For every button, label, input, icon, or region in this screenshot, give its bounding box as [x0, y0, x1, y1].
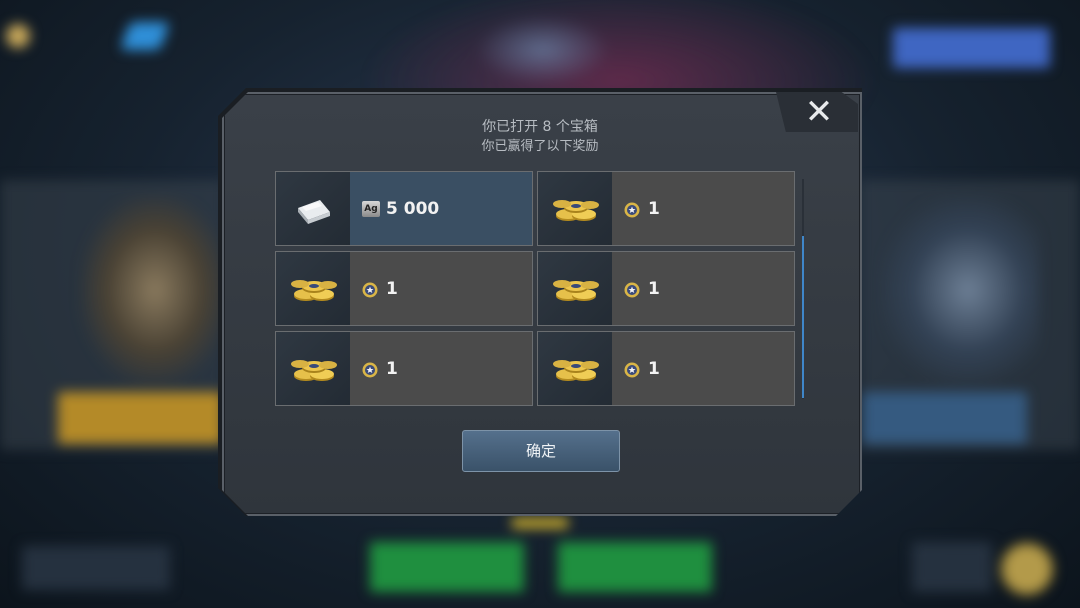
reward-cell: 1	[537, 171, 795, 246]
coin-currency-icon	[624, 282, 640, 298]
background-logo-icon	[119, 22, 171, 50]
background-right-robot	[880, 195, 1040, 385]
rewards-grid: Ag 5 000 1 1 1 1 1	[275, 171, 797, 407]
gold-coins-icon	[276, 332, 350, 405]
confirm-button[interactable]: 确定	[462, 430, 620, 472]
background-coin-icon	[6, 24, 30, 48]
gold-coins-icon	[538, 252, 612, 325]
reward-cell: 1	[275, 331, 533, 406]
reward-amount: 1	[648, 279, 660, 299]
background-left-robot	[80, 195, 230, 385]
gold-coins-icon	[538, 172, 612, 245]
coin-currency-icon	[362, 362, 378, 378]
gold-coins-icon	[276, 252, 350, 325]
background-bottom-right-button	[912, 542, 992, 592]
coin-currency-icon	[624, 202, 640, 218]
background-back-button	[22, 546, 170, 590]
dialog-title: 你已打开 8 个宝箱	[482, 119, 598, 135]
background-green-button-1	[370, 542, 524, 592]
silver-currency-icon: Ag	[362, 201, 380, 217]
reward-cell: 1	[275, 251, 533, 326]
background-yellow-strip	[512, 518, 568, 528]
silver-bar-icon	[276, 172, 350, 245]
reward-amount: 5 000	[386, 199, 440, 219]
coin-currency-icon	[362, 282, 378, 298]
background-left-button	[58, 392, 223, 444]
reward-amount: 1	[386, 359, 398, 379]
background-right-button	[862, 392, 1027, 444]
reward-cell: 1	[537, 251, 795, 326]
gold-coins-icon	[538, 332, 612, 405]
dialog-subtitle: 你已赢得了以下奖励	[481, 139, 599, 154]
background-green-button-2	[558, 542, 712, 592]
scrollbar-thumb[interactable]	[802, 236, 804, 398]
background-facebook-button	[893, 28, 1050, 68]
background-player-banner	[475, 15, 610, 85]
reward-amount: 1	[386, 279, 398, 299]
reward-amount: 1	[648, 359, 660, 379]
background-rank-badge	[1000, 542, 1054, 596]
reward-amount: 1	[648, 199, 660, 219]
reward-cell: 1	[537, 331, 795, 406]
reward-cell: Ag 5 000	[275, 171, 533, 246]
coin-currency-icon	[624, 362, 640, 378]
